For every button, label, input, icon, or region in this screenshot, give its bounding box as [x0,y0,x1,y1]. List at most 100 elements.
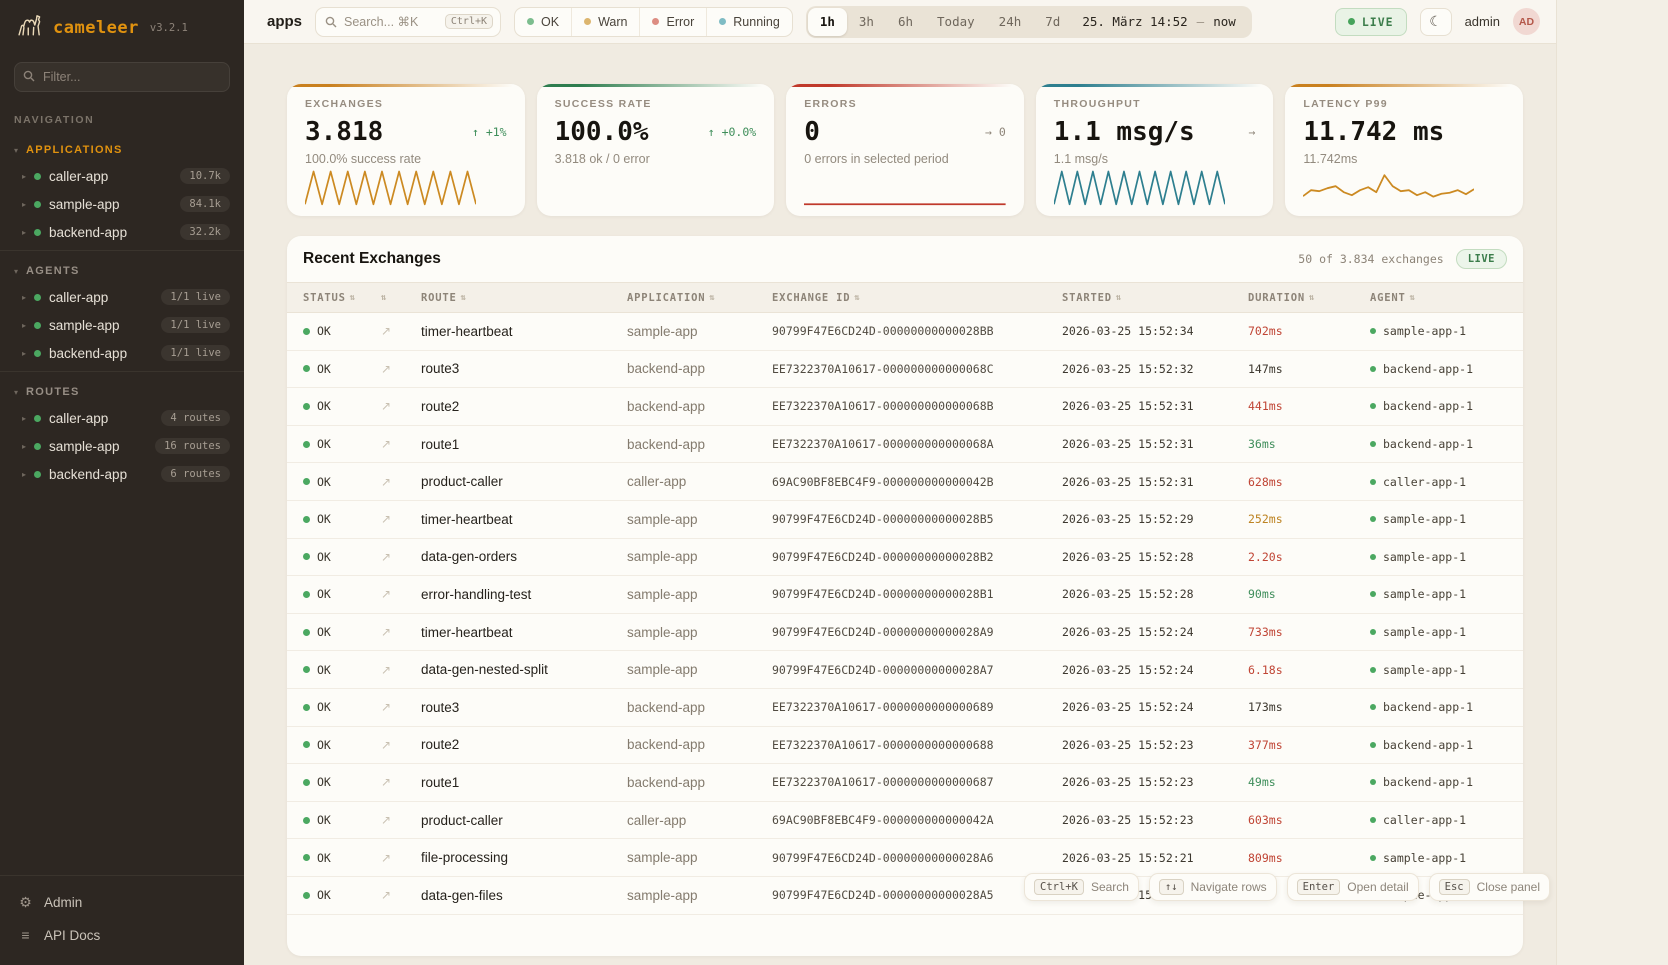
column-header-application[interactable]: APPLICATION⇅ [627,292,772,304]
stat-card-throughput[interactable]: THROUGHPUT1.1 msg/s→1.1 msg/s [1036,84,1274,216]
table-row[interactable]: OK↗route3backend-appEE7322370A10617-0000… [287,689,1523,727]
card-trend: ↑ +0.0% [708,125,756,139]
open-detail-icon[interactable]: ↗ [381,888,421,902]
avatar[interactable]: AD [1513,8,1540,35]
range-button-24h[interactable]: 24h [987,8,1034,36]
column-header-duration[interactable]: DURATION⇅ [1248,292,1370,304]
table-row[interactable]: OK↗error-handling-testsample-app90799F47… [287,576,1523,614]
card-value-row: 3.818↑ +1% [305,117,507,147]
table-header: Recent Exchanges 50 of 3.834 exchanges L… [287,236,1523,282]
agent-status-dot [1370,516,1376,522]
status-text: OK [317,475,331,489]
status-filter-error[interactable]: Error [639,8,706,36]
stat-card-latency-p99[interactable]: LATENCY P9911.742 ms11.742ms [1285,84,1523,216]
status-filter-running[interactable]: Running [706,8,792,36]
ok-status-dot [303,328,310,335]
open-detail-icon[interactable]: ↗ [381,700,421,714]
table-row[interactable]: OK↗route2backend-appEE7322370A10617-0000… [287,388,1523,426]
status-dot [34,229,41,236]
open-detail-icon[interactable]: ↗ [381,738,421,752]
sidebar-item-sample-app[interactable]: ▸sample-app1/1 live [0,311,244,339]
sidebar-item-caller-app[interactable]: ▸caller-app4 routes [0,404,244,432]
range-button-3h[interactable]: 3h [847,8,886,36]
table-row[interactable]: OK↗timer-heartbeatsample-app90799F47E6CD… [287,614,1523,652]
open-detail-icon[interactable]: ↗ [381,437,421,451]
range-to: now [1213,14,1236,29]
footer-item-admin[interactable]: ⚙Admin [0,886,244,919]
theme-toggle-button[interactable]: ☾ [1420,8,1452,36]
stat-card-exchanges[interactable]: EXCHANGES3.818↑ +1%100.0% success rate [287,84,525,216]
table-row[interactable]: OK↗timer-heartbeatsample-app90799F47E6CD… [287,313,1523,351]
table-row[interactable]: OK↗route1backend-appEE7322370A10617-0000… [287,764,1523,802]
range-button-today[interactable]: Today [925,8,987,36]
column-header-route[interactable]: ROUTE⇅ [421,292,627,304]
sidebar-item-sample-app[interactable]: ▸sample-app16 routes [0,432,244,460]
range-separator: — [1197,14,1205,29]
agent-status-dot [1370,479,1376,485]
open-detail-icon[interactable]: ↗ [381,625,421,639]
footer-item-api-docs[interactable]: ≡API Docs [0,919,244,951]
open-detail-icon[interactable]: ↗ [381,512,421,526]
kbd-badge: Ctrl+K [1034,879,1084,895]
status-text: OK [317,512,331,526]
open-detail-icon[interactable]: ↗ [381,813,421,827]
open-detail-icon[interactable]: ↗ [381,362,421,376]
open-detail-icon[interactable]: ↗ [381,663,421,677]
ok-status-dot [303,441,310,448]
column-header-open-link[interactable]: ⇅ [381,293,421,303]
column-header-status[interactable]: STATUS⇅ [303,292,381,304]
cell-exchange-id: 69AC90BF8EBC4F9-000000000000042B [772,475,1062,489]
section-header-applications[interactable]: ▾APPLICATIONS [0,138,244,162]
table-row[interactable]: OK↗route2backend-appEE7322370A10617-0000… [287,727,1523,765]
cell-application: backend-app [627,361,772,376]
filter-input[interactable] [14,62,230,92]
status-filter-ok[interactable]: OK [515,8,571,36]
open-detail-icon[interactable]: ↗ [381,399,421,413]
status-filter-warn[interactable]: Warn [571,8,639,36]
range-button-6h[interactable]: 6h [886,8,925,36]
cell-route: error-handling-test [421,587,627,602]
card-subtext: 0 errors in selected period [804,152,1006,166]
range-button-7d[interactable]: 7d [1033,8,1072,36]
table-row[interactable]: OK↗timer-heartbeatsample-app90799F47E6CD… [287,501,1523,539]
stat-card-errors[interactable]: ERRORS0→ 00 errors in selected period [786,84,1024,216]
column-header-exchange-id[interactable]: EXCHANGE ID⇅ [772,292,1062,304]
table-row[interactable]: OK↗product-callercaller-app69AC90BF8EBC4… [287,802,1523,840]
kbd-badge: Esc [1439,879,1470,895]
range-button-1h[interactable]: 1h [808,8,847,36]
sidebar-item-backend-app[interactable]: ▸backend-app6 routes [0,460,244,488]
search-input[interactable]: Search... ⌘K Ctrl+K [315,7,501,37]
sparkline [1054,167,1225,207]
open-detail-icon[interactable]: ↗ [381,324,421,338]
section-header-routes[interactable]: ▾ROUTES [0,380,244,404]
table-row[interactable]: OK↗data-gen-orderssample-app90799F47E6CD… [287,539,1523,577]
app-screen: cameleer v3.2.1 NAVIGATION ▾APPLICATIONS… [0,0,1668,965]
table-row[interactable]: OK↗route1backend-appEE7322370A10617-0000… [287,426,1523,464]
open-detail-icon[interactable]: ↗ [381,587,421,601]
table-row[interactable]: OK↗data-gen-nested-splitsample-app90799F… [287,651,1523,689]
sidebar-item-caller-app[interactable]: ▸caller-app10.7k [0,162,244,190]
cell-status: OK [303,888,381,902]
sidebar-item-sample-app[interactable]: ▸sample-app84.1k [0,190,244,218]
sidebar-item-backend-app[interactable]: ▸backend-app32.2k [0,218,244,246]
section-header-agents[interactable]: ▾AGENTS [0,259,244,283]
table-row[interactable]: OK↗file-processingsample-app90799F47E6CD… [287,839,1523,877]
cell-duration: 377ms [1248,738,1370,752]
open-detail-icon[interactable]: ↗ [381,775,421,789]
open-detail-icon[interactable]: ↗ [381,550,421,564]
status-text: OK [317,775,331,789]
column-header-agent[interactable]: AGENT⇅ [1370,292,1523,304]
sidebar-item-caller-app[interactable]: ▸caller-app1/1 live [0,283,244,311]
sidebar-item-backend-app[interactable]: ▸backend-app1/1 live [0,339,244,367]
cell-route: data-gen-nested-split [421,662,627,677]
table-row[interactable]: OK↗route3backend-appEE7322370A10617-0000… [287,351,1523,389]
stat-card-success-rate[interactable]: SUCCESS RATE100.0%↑ +0.0%3.818 ok / 0 er… [537,84,775,216]
agent-name: backend-app-1 [1383,775,1473,789]
recent-exchanges-card: Recent Exchanges 50 of 3.834 exchanges L… [287,236,1523,956]
table-row[interactable]: OK↗product-callercaller-app69AC90BF8EBC4… [287,463,1523,501]
open-detail-icon[interactable]: ↗ [381,851,421,865]
live-button[interactable]: LIVE [1335,8,1407,36]
open-detail-icon[interactable]: ↗ [381,475,421,489]
search-placeholder: Search... ⌘K [344,14,438,29]
column-header-started[interactable]: STARTED⇅ [1062,292,1248,304]
